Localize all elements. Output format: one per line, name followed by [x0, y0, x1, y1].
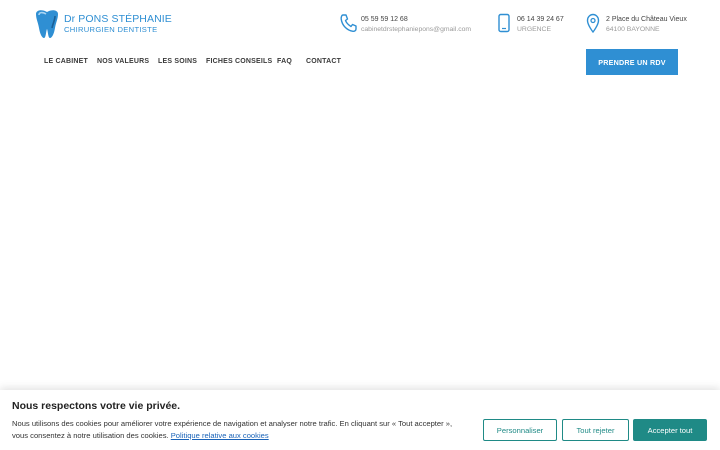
address-city: 64100 BAYONNE — [606, 26, 660, 33]
nav-item-faq[interactable]: FAQ — [277, 58, 292, 65]
nav-item-fiches-conseils[interactable]: FICHES CONSEILS — [206, 58, 272, 65]
map-pin-icon — [586, 13, 600, 33]
site-header: Dr PONS STÉPHANIE CHIRURGIEN DENTISTE 05… — [0, 0, 720, 90]
tooth-icon — [36, 10, 58, 38]
phone-icon — [340, 14, 357, 33]
nav-item-nos-valeurs[interactable]: NOS VALEURS — [97, 58, 149, 65]
cookie-banner-title: Nous respectons votre vie privée. — [12, 400, 181, 412]
address-street: 2 Place du Château Vieux — [606, 16, 687, 23]
logo-subtitle: CHIRURGIEN DENTISTE — [64, 25, 158, 34]
emergency-number[interactable]: 06 14 39 24 67 — [517, 16, 564, 23]
mobile-phone-icon — [498, 13, 510, 33]
cookie-policy-link[interactable]: Politique relative aux cookies — [171, 431, 269, 440]
nav-item-le-cabinet[interactable]: LE CABINET — [44, 58, 88, 65]
phone-number[interactable]: 05 59 59 12 68 — [361, 16, 408, 23]
cookie-accept-button[interactable]: Accepter tout — [633, 419, 707, 441]
logo-name: Dr PONS STÉPHANIE — [64, 13, 172, 25]
nav-item-contact[interactable]: CONTACT — [306, 58, 341, 65]
cookie-banner-text: Nous utilisons des cookies pour améliore… — [12, 418, 464, 442]
book-appointment-button[interactable]: PRENDRE UN RDV — [586, 49, 678, 75]
cookie-customize-button[interactable]: Personnaliser — [483, 419, 557, 441]
emergency-label: URGENCE — [517, 26, 551, 33]
email-address[interactable]: cabinetdrstephaniepons@gmail.com — [361, 26, 471, 33]
cookie-reject-button[interactable]: Tout rejeter — [562, 419, 629, 441]
site-logo[interactable]: Dr PONS STÉPHANIE CHIRURGIEN DENTISTE — [33, 9, 172, 39]
nav-item-les-soins[interactable]: LES SOINS — [158, 58, 197, 65]
